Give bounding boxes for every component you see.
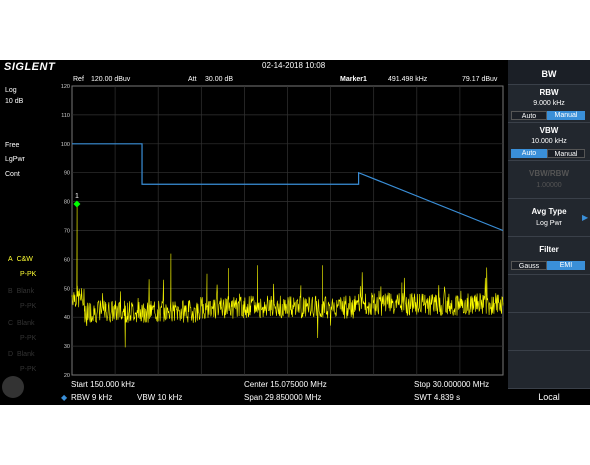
y-tick-label: 80 bbox=[64, 200, 70, 206]
vbw-auto[interactable]: Auto bbox=[511, 149, 547, 158]
y-tick-label: 70 bbox=[64, 229, 70, 235]
avg-type-value: Log Pwr bbox=[536, 220, 562, 227]
vbw-manual[interactable]: Manual bbox=[547, 149, 585, 158]
local-label: Local bbox=[538, 392, 560, 402]
marker-number: 1 bbox=[75, 193, 79, 200]
stop-frequency: Stop 30.000000 MHz bbox=[414, 380, 490, 389]
sweep-time: SWT 4.839 s bbox=[414, 393, 461, 402]
vbw-readout: VBW 10 kHz bbox=[137, 393, 183, 402]
y-tick-label: 110 bbox=[61, 113, 70, 119]
y-tick-label: 20 bbox=[64, 373, 70, 379]
filter-title: Filter bbox=[539, 245, 559, 254]
ratio-title: VBW/RBW bbox=[529, 169, 569, 178]
spectrum-chart: 120 110 100 90 80 70 60 50 40 30 20 1 bbox=[61, 84, 504, 379]
local-softkey[interactable]: Local bbox=[508, 388, 590, 405]
y-axis-ticks: 120 110 100 90 80 70 60 50 40 30 20 bbox=[61, 84, 70, 379]
vbw-title: VBW bbox=[539, 126, 559, 135]
y-tick-label: 50 bbox=[64, 286, 70, 292]
rbw-value: 9.000 kHz bbox=[533, 100, 565, 107]
rbw-manual[interactable]: Manual bbox=[547, 111, 585, 120]
rbw-indicator-icon: ◆ bbox=[61, 393, 68, 402]
submenu-arrow-icon: ▶ bbox=[582, 213, 589, 222]
avg-type-softkey[interactable]: Avg Type Log Pwr ▶ bbox=[508, 198, 590, 237]
y-tick-label: 30 bbox=[64, 344, 70, 350]
span-readout: Span 29.850000 MHz bbox=[244, 393, 322, 402]
softkey-panel: BW RBW 9.000 kHz Auto Manual VBW 10.000 … bbox=[508, 60, 590, 405]
filter-emi[interactable]: EMI bbox=[547, 261, 585, 270]
filter-gauss[interactable]: Gauss bbox=[511, 261, 547, 270]
marker-1: 1 bbox=[73, 193, 81, 208]
rbw-title: RBW bbox=[539, 88, 559, 97]
vbw-value: 10.000 kHz bbox=[531, 138, 567, 145]
center-frequency: Center 15.075000 MHz bbox=[244, 380, 327, 389]
menu-title: BW bbox=[541, 69, 557, 79]
avg-type-title: Avg Type bbox=[531, 207, 567, 216]
y-tick-label: 90 bbox=[64, 171, 70, 177]
empty-softkey-3 bbox=[508, 350, 590, 389]
start-frequency: Start 150.000 kHz bbox=[71, 380, 136, 389]
analyzer-screen: SIGLENT 02-14-2018 10:08 Ref 120.00 dBuv… bbox=[0, 60, 590, 405]
vbw-rbw-softkey[interactable]: VBW/RBW 1.00000 bbox=[508, 160, 590, 199]
rbw-auto[interactable]: Auto bbox=[511, 111, 547, 120]
rbw-readout: RBW 9 kHz bbox=[71, 393, 113, 402]
rbw-softkey[interactable]: RBW 9.000 kHz Auto Manual bbox=[508, 84, 590, 123]
empty-softkey-2 bbox=[508, 312, 590, 351]
y-tick-label: 100 bbox=[61, 142, 70, 148]
plot-grid bbox=[71, 85, 504, 376]
filter-softkey[interactable]: Filter Gauss EMI bbox=[508, 236, 590, 275]
y-tick-label: 60 bbox=[64, 257, 70, 263]
ratio-value: 1.00000 bbox=[536, 182, 562, 189]
y-tick-label: 120 bbox=[61, 84, 70, 90]
vbw-softkey[interactable]: VBW 10.000 kHz Auto Manual bbox=[508, 122, 590, 161]
empty-softkey-1 bbox=[508, 274, 590, 313]
y-tick-label: 40 bbox=[64, 315, 70, 321]
